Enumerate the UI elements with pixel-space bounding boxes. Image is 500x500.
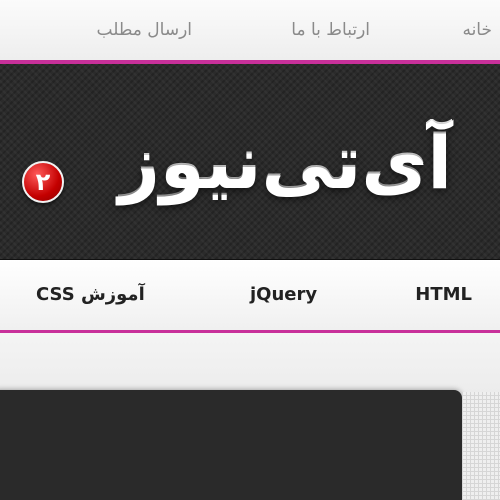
site-header: آی‌تی‌نیوز ۲	[0, 64, 500, 260]
top-nav: خانه ارتباط با ما ارسال مطلب	[0, 0, 500, 60]
main-nav-css-link[interactable]: آموزش CSS	[36, 284, 145, 305]
top-nav-home-link[interactable]: خانه	[462, 20, 492, 40]
top-nav-contact-link[interactable]: ارتباط با ما	[291, 20, 370, 40]
top-nav-submit-post-link[interactable]: ارسال مطلب	[97, 20, 192, 40]
version-badge: ۲	[22, 161, 64, 203]
main-nav: HTML jQuery آموزش CSS	[0, 260, 500, 330]
site-logo[interactable]: آی‌تی‌نیوز	[118, 119, 454, 203]
main-nav-jquery-link[interactable]: jQuery	[250, 284, 317, 305]
main-nav-html-link[interactable]: HTML	[415, 284, 472, 305]
side-pattern-strip	[462, 392, 500, 500]
content-panel	[0, 390, 462, 500]
